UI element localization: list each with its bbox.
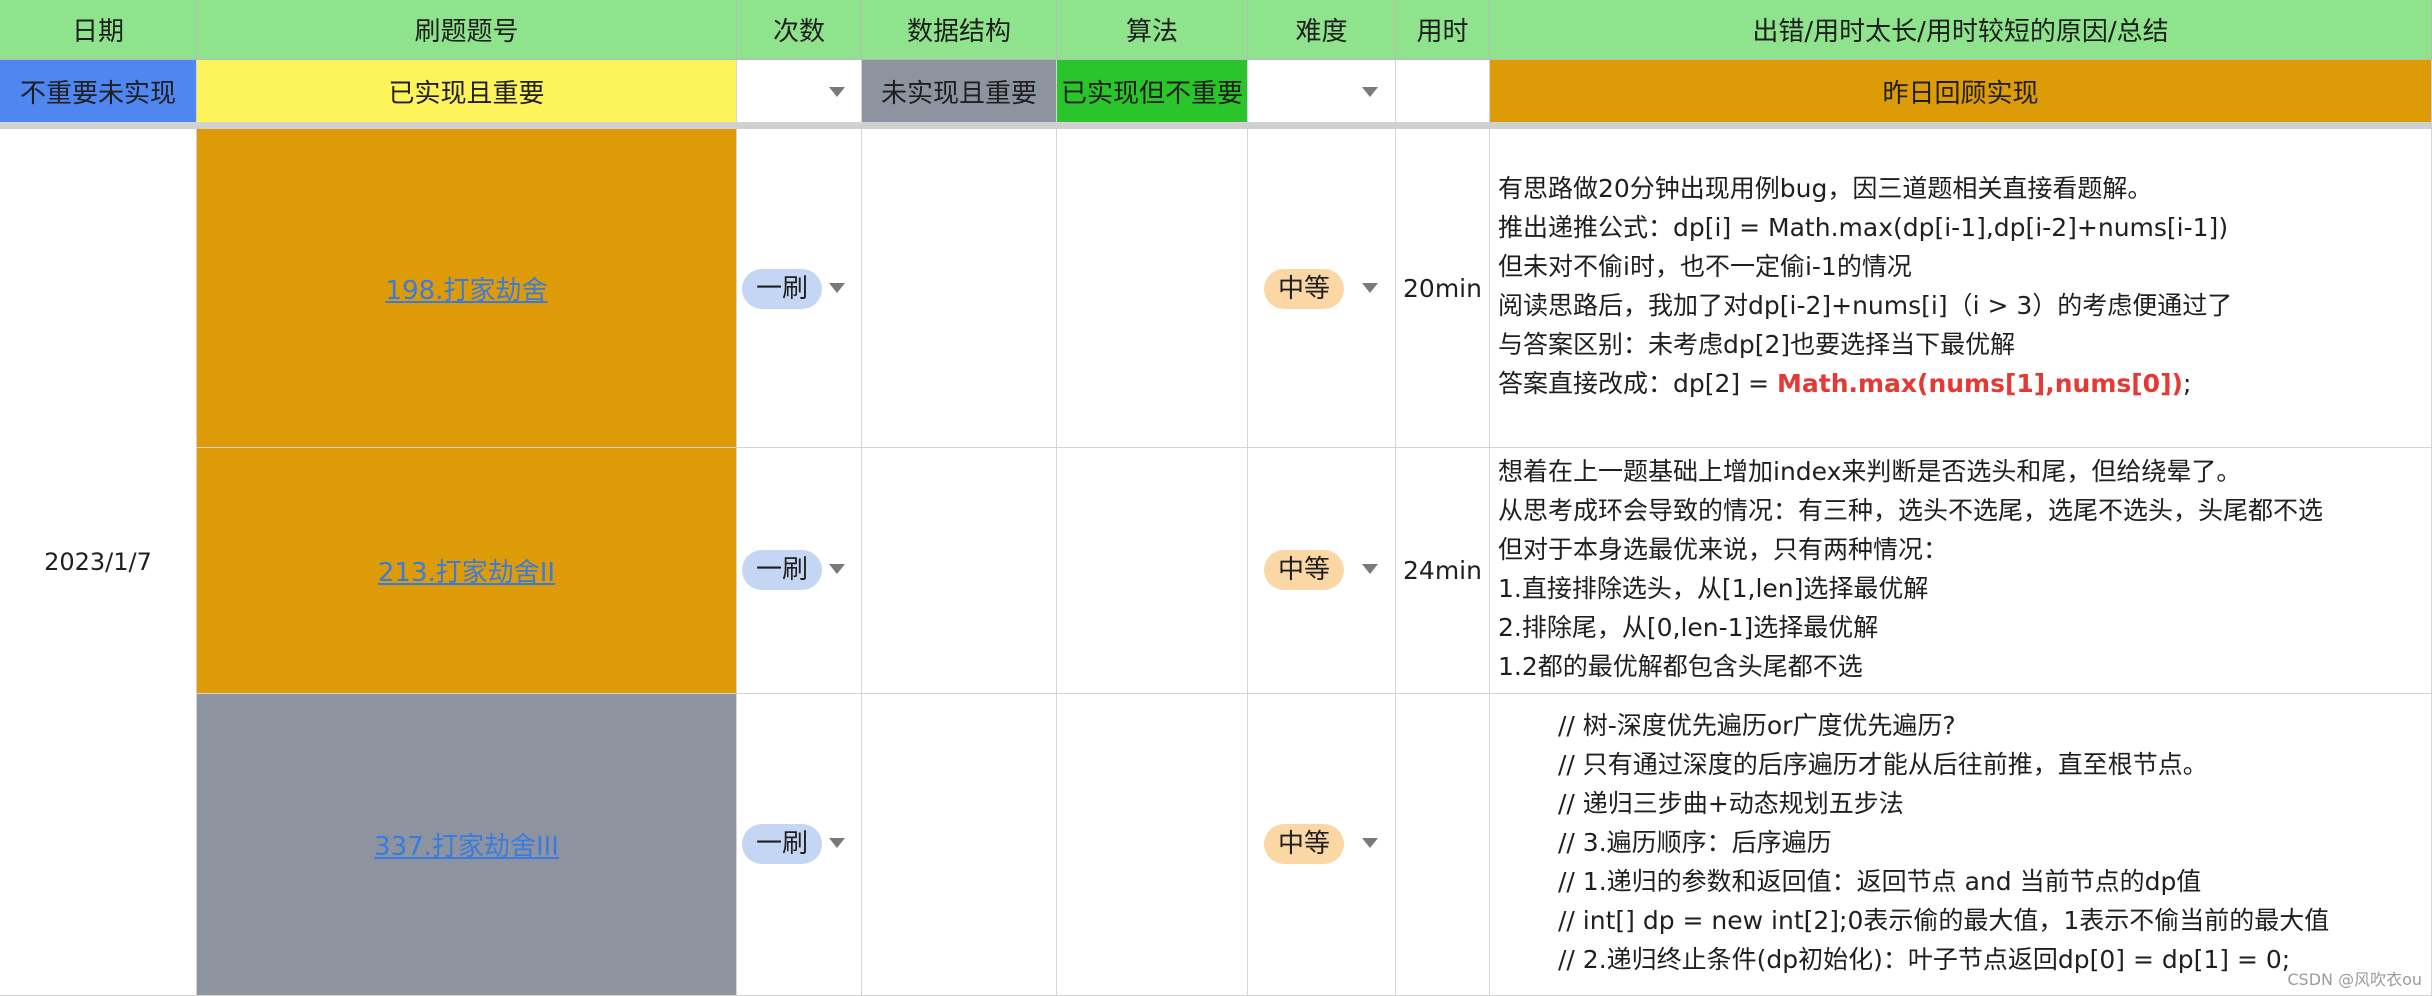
note-line: 想着在上一题基础上增加index来判断是否选头和尾，但给绕晕了。: [1498, 457, 2242, 486]
count-tag: 一刷: [742, 824, 823, 864]
chevron-down-icon: [829, 283, 845, 293]
note-line: // 树-深度优先遍历or广度优先遍历?: [1558, 711, 1956, 740]
algorithm-cell[interactable]: [1057, 129, 1248, 448]
data-structure-cell[interactable]: [862, 129, 1057, 448]
header-time[interactable]: 用时: [1396, 0, 1490, 60]
difficulty-cell[interactable]: 中等: [1248, 129, 1396, 448]
legend-count-dropdown[interactable]: [737, 60, 862, 123]
header-difficulty[interactable]: 难度: [1248, 0, 1396, 60]
summary-cell[interactable]: // 树-深度优先遍历or广度优先遍历? // 只有通过深度的后序遍历才能从后往…: [1490, 694, 2432, 996]
difficulty-tag: 中等: [1264, 824, 1345, 864]
time-cell[interactable]: 20min: [1396, 129, 1490, 448]
note-line: 与答案区别：未考虑dp[2]也要选择当下最优解: [1498, 330, 2016, 359]
header-data-structure[interactable]: 数据结构: [862, 0, 1057, 60]
note-line: 有思路做20分钟出现用例bug，因三道题相关直接看题解。: [1498, 174, 2153, 203]
problem-link[interactable]: 213.打家劫舍II: [378, 552, 555, 589]
note-line: 1.2都的最优解都包含头尾都不选: [1498, 652, 1863, 681]
chevron-down-icon: [829, 87, 845, 97]
problem-link[interactable]: 337.打家劫舍III: [374, 826, 559, 863]
problem-cell[interactable]: 213.打家劫舍II: [197, 448, 737, 694]
count-cell[interactable]: 一刷: [737, 129, 862, 448]
note-line: 1.直接排除选头，从[1,len]选择最优解: [1498, 574, 1929, 603]
summary-cell[interactable]: 想着在上一题基础上增加index来判断是否选头和尾，但给绕晕了。 从思考成环会导…: [1490, 448, 2432, 694]
answer-suffix: ;: [2182, 369, 2192, 398]
summary-cell[interactable]: 有思路做20分钟出现用例bug，因三道题相关直接看题解。 推出递推公式：dp[i…: [1490, 129, 2432, 448]
note-line: // 1.递归的参数和返回值：返回节点 and 当前节点的dp值: [1558, 867, 2202, 896]
chevron-down-icon: [1362, 564, 1378, 574]
note-line: // 3.遍历顺序：后序遍历: [1558, 828, 1832, 857]
note-line: 推出递推公式：dp[i] = Math.max(dp[i-1],dp[i-2]+…: [1498, 213, 2229, 242]
legend-not-done-important[interactable]: 未实现且重要: [862, 60, 1057, 123]
note-line: 阅读思路后，我加了对dp[i-2]+nums[i]（i > 3）的考虑便通过了: [1498, 291, 2233, 320]
count-cell[interactable]: 一刷: [737, 694, 862, 996]
chevron-down-icon: [1362, 283, 1378, 293]
legend-review[interactable]: 昨日回顾实现: [1490, 60, 2432, 123]
legend-not-important[interactable]: 不重要未实现: [0, 60, 197, 123]
chevron-down-icon: [1362, 87, 1378, 97]
data-structure-cell[interactable]: [862, 694, 1057, 996]
count-cell[interactable]: 一刷: [737, 448, 862, 694]
date-cell[interactable]: 2023/1/7: [0, 129, 197, 996]
legend-time-blank[interactable]: [1396, 60, 1490, 123]
legend-difficulty-dropdown[interactable]: [1248, 60, 1396, 123]
problem-cell[interactable]: 198.打家劫舍: [197, 129, 737, 448]
answer-prefix: 答案直接改成：dp[2] =: [1498, 369, 1777, 398]
answer-highlight: Math.max(nums[1],nums[0]): [1777, 369, 2183, 398]
chevron-down-icon: [829, 564, 845, 574]
header-problem[interactable]: 刷题题号: [197, 0, 737, 60]
chevron-down-icon: [1362, 838, 1378, 848]
difficulty-cell[interactable]: 中等: [1248, 448, 1396, 694]
note-line: 2.排除尾，从[0,len-1]选择最优解: [1498, 613, 1879, 642]
note-line: 从思考成环会导致的情况：有三种，选头不选尾，选尾不选头，头尾都不选: [1498, 496, 2324, 525]
header-summary[interactable]: 出错/用时太长/用时较短的原因/总结: [1490, 0, 2432, 60]
count-tag: 一刷: [742, 269, 823, 309]
algorithm-cell[interactable]: [1057, 694, 1248, 996]
time-cell[interactable]: [1396, 694, 1490, 996]
note-line-answer: 答案直接改成：dp[2] = Math.max(nums[1],nums[0])…: [1498, 364, 2431, 403]
note-line: 但对于本身选最优来说，只有两种情况：: [1498, 535, 1949, 564]
chevron-down-icon: [829, 838, 845, 848]
time-cell[interactable]: 24min: [1396, 448, 1490, 694]
problem-cell[interactable]: 337.打家劫舍III: [197, 694, 737, 996]
difficulty-tag: 中等: [1264, 269, 1345, 309]
note-line: // 只有通过深度的后序遍历才能从后往前推，直至根节点。: [1558, 750, 2208, 779]
watermark: CSDN @风吹衣ou: [2287, 970, 2422, 989]
header-algorithm[interactable]: 算法: [1057, 0, 1248, 60]
count-tag: 一刷: [742, 550, 823, 590]
note-line: // 递归三步曲+动态规划五步法: [1558, 789, 1904, 818]
algorithm-cell[interactable]: [1057, 448, 1248, 694]
difficulty-tag: 中等: [1264, 550, 1345, 590]
note-line: 但未对不偷i时，也不一定偷i-1的情况: [1498, 252, 1912, 281]
legend-done-important[interactable]: 已实现且重要: [197, 60, 737, 123]
header-count[interactable]: 次数: [737, 0, 862, 60]
legend-done-not-important[interactable]: 已实现但不重要: [1057, 60, 1248, 123]
problem-link[interactable]: 198.打家劫舍: [386, 270, 548, 307]
header-date[interactable]: 日期: [0, 0, 197, 60]
data-structure-cell[interactable]: [862, 448, 1057, 694]
difficulty-cell[interactable]: 中等: [1248, 694, 1396, 996]
note-line: // int[] dp = new int[2];0表示偷的最大值，1表示不偷当…: [1558, 906, 2330, 935]
